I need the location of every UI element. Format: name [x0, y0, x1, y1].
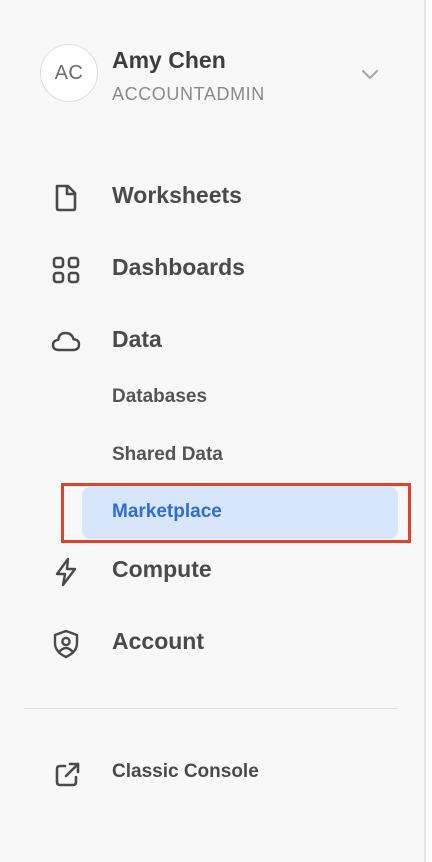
sidebar-subitem-marketplace[interactable]: Marketplace	[82, 487, 398, 539]
sidebar-item-data[interactable]: Data	[0, 312, 426, 368]
document-icon	[50, 182, 82, 214]
sidebar-item-label: Account	[112, 628, 204, 654]
sidebar-item-dashboards[interactable]: Dashboards	[0, 240, 426, 296]
sidebar-subitem-shared-data[interactable]: Shared Data	[82, 430, 398, 482]
shield-user-icon	[50, 628, 82, 660]
sidebar-item-compute[interactable]: Compute	[0, 542, 426, 598]
sidebar-item-classic-console[interactable]: Classic Console	[0, 746, 426, 802]
sidebar: AC Amy Chen ACCOUNTADMIN Worksheets Dash…	[0, 0, 426, 862]
sidebar-item-label: Worksheets	[112, 182, 242, 208]
sidebar-item-label: Classic Console	[112, 761, 259, 782]
user-name: Amy Chen	[112, 47, 226, 73]
sidebar-subitem-databases[interactable]: Databases	[82, 372, 398, 424]
lightning-icon	[50, 556, 82, 588]
sidebar-subitem-label: Shared Data	[112, 444, 223, 465]
cloud-icon	[50, 326, 82, 358]
user-menu[interactable]: AC Amy Chen ACCOUNTADMIN	[40, 44, 390, 104]
avatar: AC	[40, 44, 98, 102]
sidebar-item-label: Compute	[112, 556, 212, 582]
sidebar-item-label: Data	[112, 326, 162, 352]
user-role: ACCOUNTADMIN	[112, 84, 265, 104]
grid-icon	[50, 254, 82, 286]
divider	[24, 708, 398, 709]
sidebar-subitem-label: Marketplace	[112, 501, 222, 522]
sidebar-subitem-label: Databases	[112, 386, 208, 407]
avatar-initials: AC	[54, 61, 84, 84]
sidebar-item-worksheets[interactable]: Worksheets	[0, 168, 426, 224]
sidebar-item-label: Dashboards	[112, 254, 245, 280]
external-link-icon	[52, 760, 82, 790]
sidebar-item-account[interactable]: Account	[0, 614, 426, 670]
chevron-down-icon[interactable]	[360, 64, 380, 84]
